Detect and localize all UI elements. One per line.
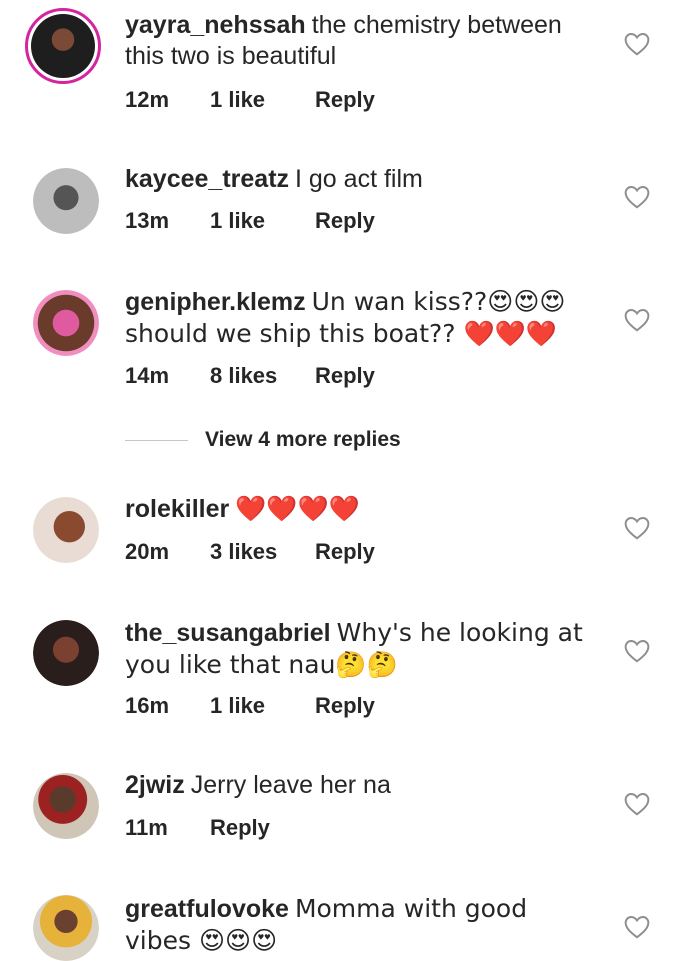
heart-outline-icon[interactable] (624, 308, 650, 332)
avatar[interactable] (33, 773, 99, 839)
heart-outline-icon[interactable] (624, 32, 650, 56)
comment-time: 20m (125, 539, 170, 564)
comment-meta: 16m 1 like Reply (125, 693, 375, 719)
heart-outline-icon[interactable] (624, 639, 650, 663)
comment-likes[interactable]: 8 likes (210, 363, 315, 389)
comment-username[interactable]: greatfulovoke (125, 895, 289, 923)
comment-text: greatfulovoke Momma with good vibes 😍😍😍 (125, 893, 595, 957)
comment-username[interactable]: yayra_nehssah (125, 11, 306, 39)
comment-username[interactable]: rolekiller (125, 495, 229, 523)
avatar-image (33, 773, 99, 839)
comment-username[interactable]: genipher.klemz (125, 288, 306, 316)
avatar[interactable] (25, 8, 101, 84)
comment-time: 13m (125, 208, 170, 233)
comment-text: yayra_nehssah the chemistry between this … (125, 10, 595, 72)
heart-outline-icon[interactable] (624, 792, 650, 816)
comment-likes[interactable]: 3 likes (210, 539, 315, 565)
reply-button[interactable]: Reply (210, 815, 270, 841)
reply-button[interactable]: Reply (315, 363, 375, 389)
reply-button[interactable]: Reply (315, 693, 375, 719)
comment-time: 14m (125, 363, 170, 388)
comment-likes[interactable]: 1 like (210, 208, 315, 234)
avatar-image (31, 14, 95, 78)
comment-time: 16m (125, 693, 170, 718)
avatar-image (33, 620, 99, 686)
comment-text: rolekiller ❤️❤️❤️❤️ (125, 493, 595, 525)
comment-time: 11m (125, 815, 168, 840)
reply-button[interactable]: Reply (315, 539, 375, 565)
reply-button[interactable]: Reply (315, 208, 375, 234)
comment-text: the_susangabriel Why's he looking at you … (125, 617, 595, 681)
avatar[interactable] (33, 168, 99, 234)
avatar-image (33, 168, 99, 234)
avatar[interactable] (33, 895, 99, 961)
comment-meta: 20m 3 likes Reply (125, 539, 375, 565)
heart-outline-icon[interactable] (624, 915, 650, 939)
comment-text: 2jwiz Jerry leave her na (125, 770, 595, 801)
divider-line (125, 439, 188, 441)
view-more-replies-label[interactable]: View 4 more replies (205, 428, 401, 452)
avatar[interactable] (33, 497, 99, 563)
comment-username[interactable]: 2jwiz (125, 771, 185, 799)
comment-likes[interactable]: 1 like (210, 693, 315, 719)
avatar-image (33, 895, 99, 961)
avatar[interactable] (33, 620, 99, 686)
avatar-image (33, 497, 99, 563)
comment-meta: 13m 1 like Reply (125, 208, 375, 234)
comment-likes[interactable]: 1 like (210, 87, 315, 113)
reply-button[interactable]: Reply (315, 87, 375, 113)
comment-username[interactable]: the_susangabriel (125, 619, 331, 647)
comment-meta: 14m 8 likes Reply (125, 363, 375, 389)
heart-outline-icon[interactable] (624, 516, 650, 540)
comment-username[interactable]: kaycee_treatz (125, 165, 289, 193)
comment-text: genipher.klemz Un wan kiss??😍😍😍 should we… (125, 286, 595, 350)
comment-body: I go act film (295, 165, 423, 193)
comment-body: ❤️❤️❤️❤️ (235, 494, 360, 523)
comment-body: Jerry leave her na (190, 771, 391, 799)
comment-text: kaycee_treatz I go act film (125, 164, 595, 195)
comment-time: 12m (125, 87, 170, 112)
avatar[interactable] (33, 290, 99, 356)
comment-meta: 12m 1 like Reply (125, 87, 375, 113)
heart-outline-icon[interactable] (624, 185, 650, 209)
avatar-image (33, 290, 99, 356)
view-more-replies[interactable]: View 4 more replies (125, 426, 401, 454)
comment-meta: 11m Reply (125, 815, 270, 841)
